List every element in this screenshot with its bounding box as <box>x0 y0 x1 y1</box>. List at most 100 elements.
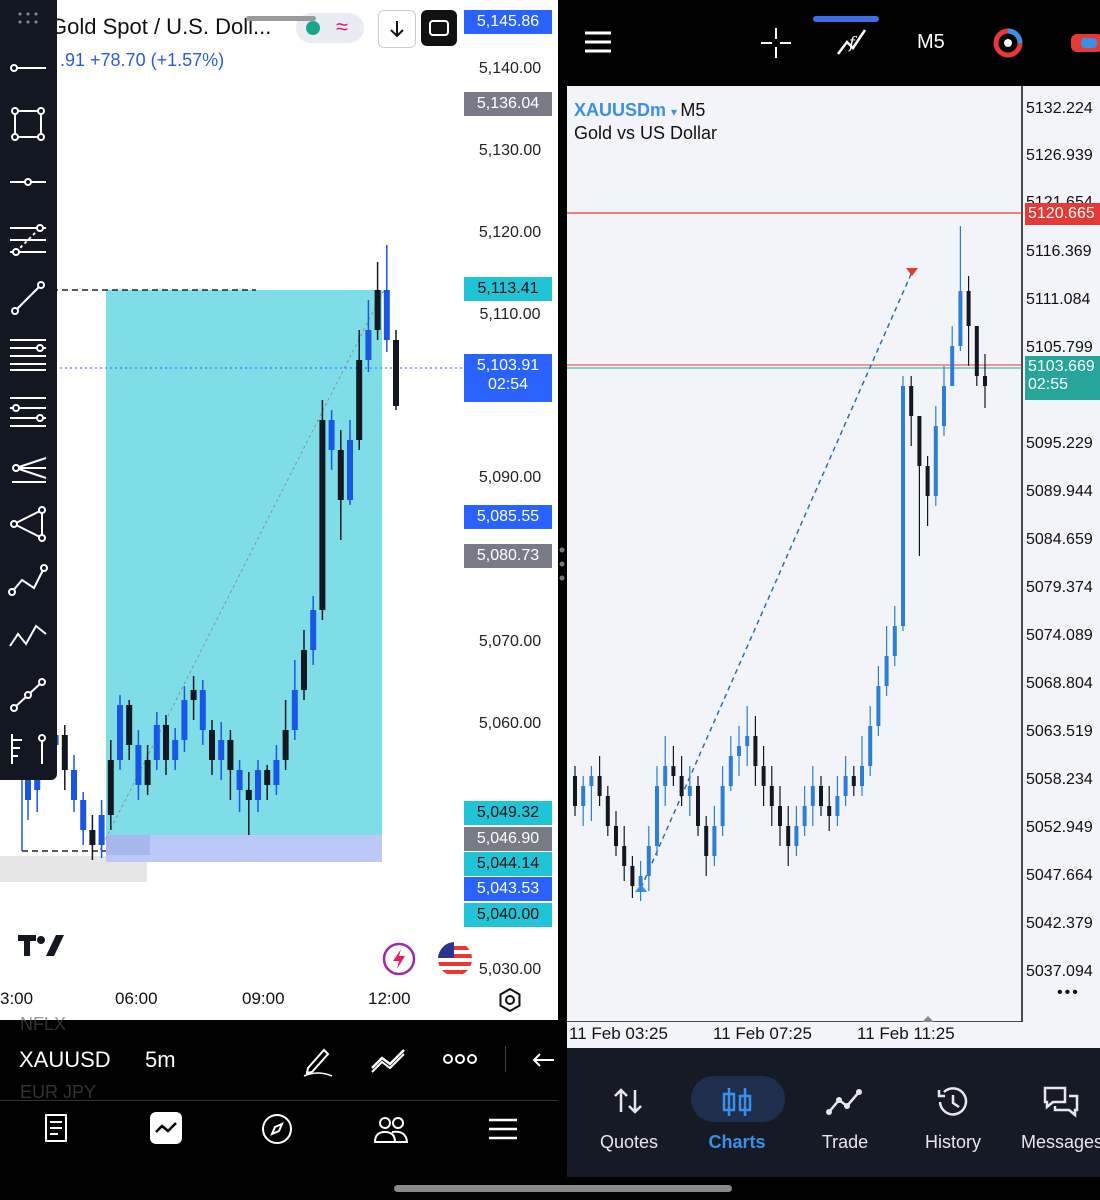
candle-body <box>319 420 326 610</box>
axis-label: 5047.664 <box>1026 867 1093 884</box>
axis-label: 5,090.00 <box>478 469 542 486</box>
symbol-title[interactable]: Gold Spot / U.S. Doll... <box>50 14 271 40</box>
candle-body <box>61 735 68 770</box>
nav-community-button[interactable] <box>372 1112 410 1151</box>
nav-trade[interactable]: Trade <box>791 1048 899 1177</box>
bar-divider <box>505 1046 506 1072</box>
candle-body <box>98 815 105 845</box>
history-clock-icon <box>937 1087 968 1116</box>
candle-body <box>966 291 971 326</box>
bid-price-tag: 5103.669 02:55 <box>1025 356 1100 400</box>
tradingview-logo <box>18 932 66 965</box>
nav-menu-button[interactable] <box>486 1114 520 1149</box>
candle-body <box>597 776 602 796</box>
draw-pen-button[interactable] <box>300 1042 336 1083</box>
axis-label: 5,110.00 <box>479 306 541 323</box>
fib-extension-tool-icon[interactable] <box>8 390 48 430</box>
time-label-0600: 06:00 <box>115 989 158 1008</box>
pitchfork-tool-icon[interactable] <box>8 446 48 486</box>
candle-body <box>163 725 169 760</box>
flash-icon[interactable] <box>382 942 416 976</box>
candle-body <box>819 786 823 806</box>
trade-signals-button[interactable] <box>991 26 1025 65</box>
nav-messages[interactable]: Messages <box>1007 1048 1100 1177</box>
menu-button[interactable] <box>583 28 613 61</box>
candle-body <box>144 760 151 785</box>
current-price-tag: 5,103.91 02:54 <box>464 354 552 402</box>
interval-selector[interactable]: 5m <box>145 1047 176 1073</box>
nav-quotes-label: Quotes <box>599 1132 659 1152</box>
candle-body <box>950 346 955 386</box>
watchlist-ghost-top: NFLX <box>20 1014 67 1034</box>
axis-label: 5095.229 <box>1026 435 1093 452</box>
forecast-tool-icon[interactable] <box>6 730 50 770</box>
nav-history[interactable]: History <box>899 1048 1007 1177</box>
settings-gear-icon[interactable] <box>498 987 522 1017</box>
fib-retracement-tool-icon[interactable] <box>8 220 48 260</box>
candle-body <box>753 736 758 766</box>
parallel-channel-tool-icon[interactable] <box>8 334 48 374</box>
nav-charts[interactable]: Charts <box>683 1048 791 1177</box>
polyline-tool-icon[interactable] <box>8 674 48 714</box>
chart-symbol-header[interactable]: XAUUSDm ▾ M5 <box>574 100 705 121</box>
candle-body <box>958 291 963 346</box>
nav-quotes[interactable]: Quotes <box>575 1048 683 1177</box>
right-chart-area[interactable]: XAUUSDm ▾ M5 Gold vs US Dollar 5132.224 5… <box>567 86 1100 1048</box>
axis-label: 5037.094 <box>1026 963 1093 980</box>
drag-handle-accent[interactable] <box>813 16 879 22</box>
indicators-button[interactable] <box>368 1042 408 1083</box>
nav-divider <box>0 1100 558 1101</box>
indicators-button[interactable]: f <box>835 24 869 65</box>
trend-line-tool-icon[interactable] <box>8 278 48 318</box>
candle-body <box>884 656 889 686</box>
nav-explore-button[interactable] <box>260 1112 294 1151</box>
scroll-down-button[interactable] <box>378 10 416 48</box>
undo-button[interactable] <box>528 1046 558 1079</box>
time-label-0300: 3:00 <box>0 989 34 1008</box>
candle-body <box>663 766 668 786</box>
fullscreen-button[interactable] <box>421 10 457 46</box>
split-view-handle[interactable] <box>559 544 565 584</box>
dropdown-caret-icon: ▾ <box>671 105 681 119</box>
axis-label: 5105.799 <box>1026 339 1093 356</box>
left-chart-area[interactable]: Gold Spot / U.S. Doll... .91 +78.70 (+1.… <box>0 0 558 1020</box>
elliott-wave-tool-icon[interactable] <box>8 616 48 656</box>
candle-body <box>802 806 807 826</box>
time-label-0725: 11 Feb 07:25 <box>713 1024 812 1043</box>
arrow-down-icon <box>390 21 404 38</box>
us-flag-icon[interactable] <box>438 942 472 976</box>
axis-label: 5132.224 <box>1026 100 1093 117</box>
candle-body <box>589 776 594 786</box>
axis-label: 5052.949 <box>1026 819 1093 836</box>
candle-body <box>909 386 914 416</box>
candle-body <box>374 290 381 330</box>
candle-body <box>393 340 399 406</box>
candle-body <box>794 826 799 846</box>
abcd-pattern-tool-icon[interactable] <box>8 560 48 600</box>
fullscreen-icon <box>429 20 449 36</box>
one-click-button[interactable] <box>1067 30 1100 61</box>
drawing-toolbar <box>0 0 57 780</box>
price-tag-stop-cyan: 5,044.14 <box>464 852 552 876</box>
horizontal-ray-tool-icon[interactable] <box>8 50 48 86</box>
candle-body <box>273 760 280 785</box>
timeframe-button[interactable]: M5 <box>917 31 945 54</box>
drag-handle[interactable] <box>246 16 316 21</box>
price-tag-top: 5,145.86 <box>464 10 552 34</box>
nav-watchlist-button[interactable] <box>42 1112 70 1149</box>
symbol-selector[interactable]: XAUUSD <box>19 1047 111 1073</box>
horizontal-line-tool-icon[interactable] <box>8 164 48 200</box>
triangle-pattern-tool-icon[interactable] <box>8 504 48 544</box>
approx-icon: ≈ <box>336 14 349 39</box>
more-dots-icon[interactable]: ••• <box>1057 984 1080 1002</box>
candle-body <box>347 440 353 500</box>
ring-gauge-icon <box>993 28 1023 58</box>
undo-arrow-icon <box>532 1053 554 1067</box>
nav-messages-label: Messages <box>1020 1132 1100 1152</box>
rectangle-tool-icon[interactable] <box>8 104 48 144</box>
right-price-chart[interactable] <box>567 86 1100 1048</box>
time-label-1200: 12:00 <box>368 989 411 1008</box>
nav-chart-button[interactable] <box>150 1112 182 1144</box>
crosshair-button[interactable] <box>759 26 793 65</box>
more-options-button[interactable] <box>443 1048 477 1075</box>
